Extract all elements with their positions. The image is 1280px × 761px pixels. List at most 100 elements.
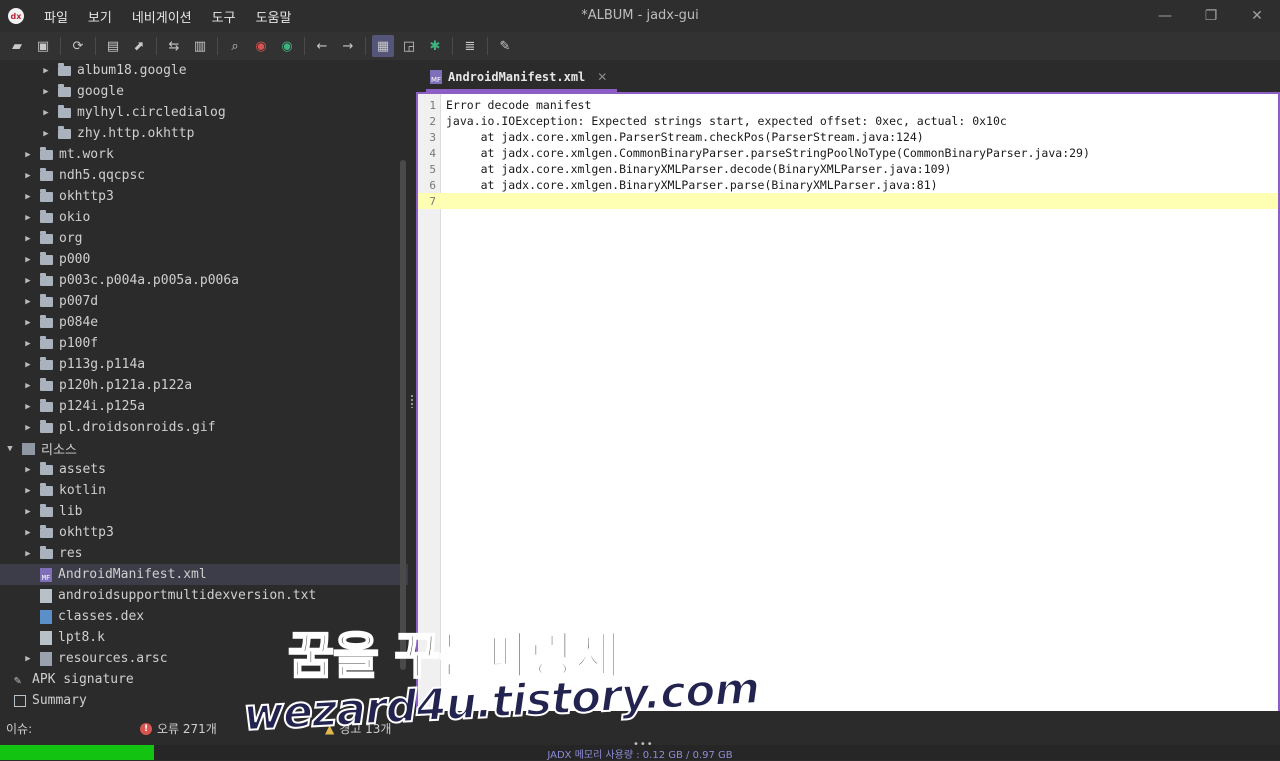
save-icon[interactable]: ▤ <box>102 35 124 57</box>
collapsed-arrow-icon[interactable]: ▶ <box>22 297 34 307</box>
menu-view[interactable]: 보기 <box>78 7 122 26</box>
collapsed-arrow-icon[interactable]: ▶ <box>22 339 34 349</box>
debug-icon[interactable]: ✱ <box>424 35 446 57</box>
collapsed-arrow-icon[interactable]: ▶ <box>22 255 34 265</box>
collapsed-arrow-icon[interactable]: ▶ <box>22 213 34 223</box>
menu-help[interactable]: 도움말 <box>246 7 302 26</box>
menu-navigation[interactable]: 네비게이션 <box>122 7 202 26</box>
log-icon[interactable]: ≣ <box>459 35 481 57</box>
menu-tools[interactable]: 도구 <box>202 7 246 26</box>
find-class-icon[interactable]: ◉ <box>276 35 298 57</box>
tree-item[interactable]: ▶ okhttp3 <box>0 522 408 543</box>
find-usage-icon[interactable]: ◉ <box>250 35 272 57</box>
collapsed-arrow-icon[interactable]: ▶ <box>22 402 34 412</box>
forward-icon[interactable]: → <box>337 35 359 57</box>
close-tab-icon[interactable]: ✕ <box>597 70 607 84</box>
tree-item[interactable]: ▶ p100f <box>0 333 408 354</box>
folder-icon <box>40 167 53 181</box>
tree-item[interactable]: ▶ res <box>0 543 408 564</box>
project-tree[interactable]: ▶ album18.google ▶ google ▶ mylhyl.circledial… <box>0 60 408 711</box>
tree-item[interactable]: ▶ p003c.p004a.p005a.p006a <box>0 270 408 291</box>
export-icon[interactable]: ⬈ <box>128 35 150 57</box>
back-icon[interactable]: ← <box>311 35 333 57</box>
code-line[interactable]: 5 at jadx.core.xmlgen.BinaryXMLParser.de… <box>418 161 1278 177</box>
sync-icon[interactable]: ⇆ <box>163 35 185 57</box>
tree-item[interactable]: ▶ p113g.p114a <box>0 354 408 375</box>
tree-item[interactable]: ▶ p000 <box>0 249 408 270</box>
folder-icon <box>40 188 53 202</box>
collapsed-arrow-icon[interactable]: ▶ <box>22 528 34 538</box>
tree-item[interactable]: ▶ mt.work <box>0 144 408 165</box>
tree-scrollbar[interactable] <box>400 160 406 670</box>
tree-item[interactable]: ▶ okhttp3 <box>0 186 408 207</box>
open-icon[interactable]: ▰ <box>6 35 28 57</box>
tree-item[interactable]: ▶ p007d <box>0 291 408 312</box>
code-line[interactable]: 3 at jadx.core.xmlgen.ParserStream.check… <box>418 129 1278 145</box>
tree-item[interactable]: ▶ album18.google <box>0 60 408 81</box>
collapsed-arrow-icon[interactable]: ▶ <box>22 318 34 328</box>
tree-item[interactable]: MF AndroidManifest.xml <box>0 564 408 585</box>
collapsed-arrow-icon[interactable]: ▶ <box>40 129 52 139</box>
tree-item[interactable]: ▶ okio <box>0 207 408 228</box>
code-line[interactable]: 7 <box>418 193 1278 209</box>
restore-button[interactable]: ❐ <box>1188 0 1234 32</box>
minimize-button[interactable]: — <box>1142 0 1188 32</box>
code-line[interactable]: 1 Error decode manifest <box>418 97 1278 113</box>
toolbar-divider <box>487 37 488 55</box>
tree-item[interactable]: ▶ kotlin <box>0 480 408 501</box>
tree-item[interactable]: ▶ p120h.p121a.p122a <box>0 375 408 396</box>
tree-item-label: res <box>59 546 83 561</box>
code-line[interactable]: 4 at jadx.core.xmlgen.CommonBinaryParser… <box>418 145 1278 161</box>
folder-icon <box>40 503 53 517</box>
tree-item[interactable]: ▶ p124i.p125a <box>0 396 408 417</box>
tree-item-label: google <box>77 84 124 99</box>
folder-icon <box>40 293 53 307</box>
collapsed-arrow-icon[interactable]: ▶ <box>22 192 34 202</box>
collapsed-arrow-icon[interactable]: ▶ <box>22 360 34 370</box>
tree-item[interactable]: ▶ zhy.http.okhttp <box>0 123 408 144</box>
tab-androidmanifest[interactable]: MF AndroidManifest.xml ✕ <box>426 64 618 92</box>
code-line[interactable]: 2 java.io.IOException: Expected strings s… <box>418 113 1278 129</box>
tree-item[interactable]: ▶ ndh5.qqcpsc <box>0 165 408 186</box>
collapsed-arrow-icon[interactable]: ▶ <box>40 87 52 97</box>
collapsed-arrow-icon[interactable]: ▶ <box>22 654 34 664</box>
reload-icon[interactable]: ⟳ <box>67 35 89 57</box>
collapsed-arrow-icon[interactable]: ▶ <box>22 171 34 181</box>
collapsed-arrow-icon[interactable]: ▶ <box>22 276 34 286</box>
tree-item[interactable]: ▶ mylhyl.circledialog <box>0 102 408 123</box>
tree-item[interactable]: ▶ assets <box>0 459 408 480</box>
collapsed-arrow-icon[interactable]: ▶ <box>22 150 34 160</box>
tree-item[interactable]: ▶ google <box>0 81 408 102</box>
collapsed-arrow-icon[interactable]: ▶ <box>22 486 34 496</box>
tree-item[interactable]: ▼ 리소스 <box>0 438 400 459</box>
search-icon[interactable]: ⌕ <box>224 35 246 57</box>
collapsed-arrow-icon[interactable]: ▶ <box>40 66 52 76</box>
menu-file[interactable]: 파일 <box>34 7 78 26</box>
collapsed-arrow-icon[interactable]: ▶ <box>22 381 34 391</box>
collapsed-arrow-icon[interactable]: ▶ <box>40 108 52 118</box>
tree-item[interactable]: ▶ pl.droidsonroids.gif <box>0 417 408 438</box>
collapsed-arrow-icon[interactable]: ▶ <box>22 549 34 559</box>
tree-item-label: zhy.http.okhttp <box>77 126 195 141</box>
expanded-arrow-icon[interactable]: ▼ <box>4 444 16 454</box>
collapsed-arrow-icon[interactable]: ▶ <box>22 234 34 244</box>
tab-label: AndroidManifest.xml <box>448 69 586 84</box>
collapsed-arrow-icon[interactable]: ▶ <box>22 465 34 475</box>
tree-item[interactable]: ▶ lib <box>0 501 408 522</box>
close-window-button[interactable]: ✕ <box>1234 0 1280 32</box>
decompile-mode-icon[interactable]: ▦ <box>372 35 394 57</box>
bookmark-icon[interactable]: ◲ <box>398 35 420 57</box>
code-line[interactable]: 6 at jadx.core.xmlgen.BinaryXMLParser.pa… <box>418 177 1278 193</box>
line-number: 2 <box>429 114 436 128</box>
splitter-handle[interactable] <box>408 60 416 711</box>
summary-icon <box>14 694 26 707</box>
tree-item[interactable]: ▶ org <box>0 228 408 249</box>
tree-item[interactable]: androidsupportmultidexversion.txt <box>0 585 408 606</box>
open-folder-icon[interactable]: ▥ <box>189 35 211 57</box>
errors-indicator[interactable]: ! 오류 271개 <box>140 720 217 737</box>
tree-item[interactable]: ▶ p084e <box>0 312 408 333</box>
collapsed-arrow-icon[interactable]: ▶ <box>22 507 34 517</box>
collapsed-arrow-icon[interactable]: ▶ <box>22 423 34 433</box>
add-files-icon[interactable]: ▣ <box>32 35 54 57</box>
settings-icon[interactable]: ✎ <box>494 35 516 57</box>
